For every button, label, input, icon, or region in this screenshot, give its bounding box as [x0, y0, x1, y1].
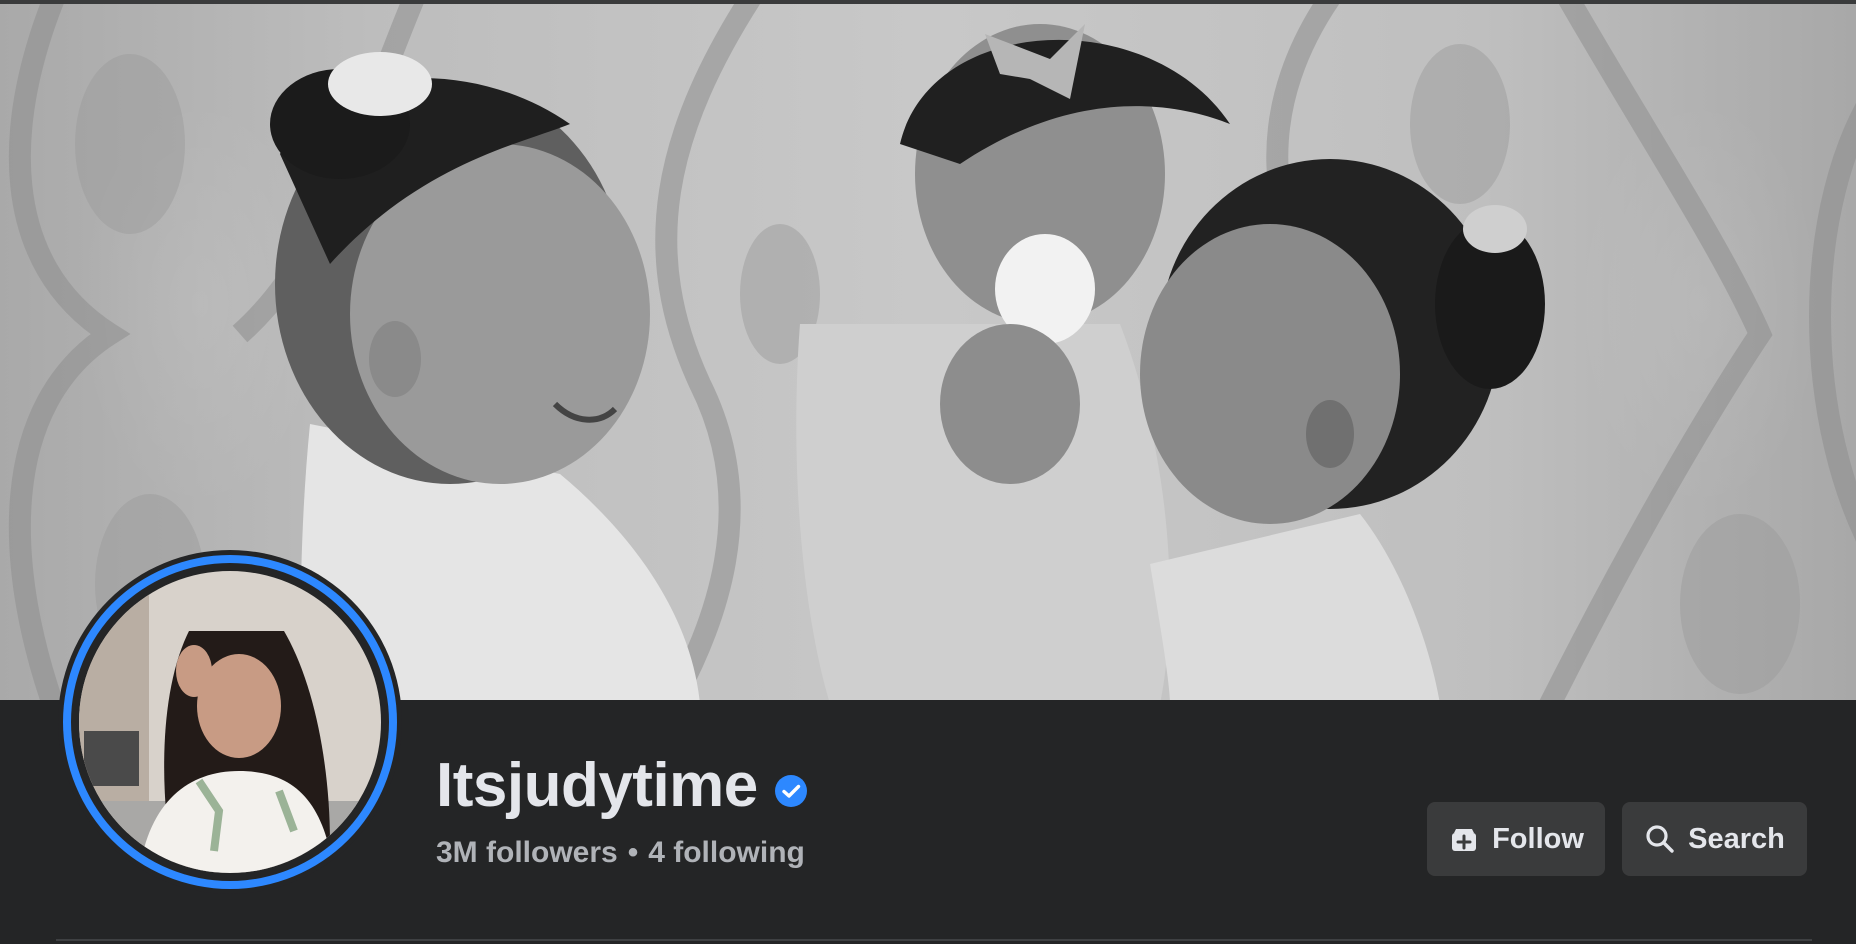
- search-button[interactable]: Search: [1622, 802, 1807, 876]
- separator-dot: •: [627, 836, 639, 869]
- search-button-label: Search: [1688, 822, 1785, 855]
- follower-stats: 3M followers • 4 following: [436, 836, 805, 870]
- profile-page: Itsjudytime 3M followers • 4 following F…: [0, 0, 1856, 944]
- following-link[interactable]: 4 following: [648, 836, 805, 870]
- profile-picture[interactable]: [63, 555, 397, 889]
- followers-link[interactable]: 3M followers: [436, 836, 618, 870]
- page-title-row: Itsjudytime: [436, 750, 808, 822]
- follow-button[interactable]: Follow: [1427, 802, 1605, 876]
- avatar: [71, 563, 389, 881]
- follow-plus-icon: [1452, 829, 1477, 851]
- follow-button-label: Follow: [1492, 822, 1584, 855]
- page-title: Itsjudytime: [436, 751, 758, 820]
- divider: [56, 939, 1812, 941]
- search-icon: [1646, 825, 1674, 853]
- verified-badge-icon[interactable]: [774, 774, 808, 808]
- avatar-image: [79, 571, 381, 873]
